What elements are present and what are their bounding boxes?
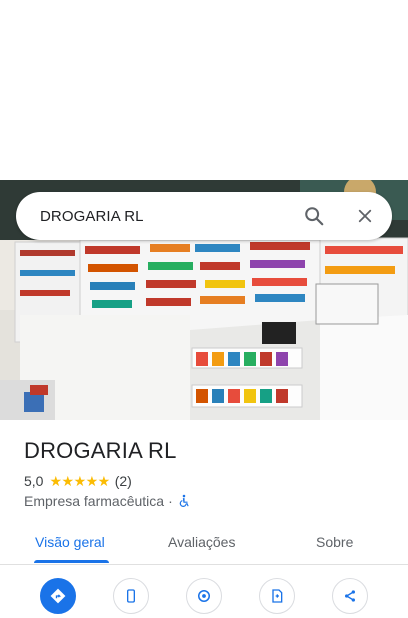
rating-row[interactable]: 5,0 ★★★★★ (2)	[24, 472, 132, 490]
category-row: Empresa farmacêutica ·	[24, 492, 191, 510]
share-icon	[345, 590, 355, 602]
star-rating: ★★★★★	[49, 473, 110, 489]
search-icon[interactable]	[302, 204, 326, 228]
share-button[interactable]	[332, 578, 368, 614]
save-icon	[272, 589, 283, 603]
active-tab-indicator	[34, 560, 109, 563]
wheelchair-icon[interactable]	[177, 494, 191, 508]
tab-about[interactable]: Sobre	[316, 520, 353, 564]
tab-overview[interactable]: Visão geral	[35, 520, 105, 564]
location-button[interactable]	[186, 578, 222, 614]
place-title: DROGARIA RL	[24, 438, 177, 463]
action-buttons	[0, 578, 408, 618]
close-icon[interactable]	[353, 204, 377, 228]
place-tabs: Visão geral Avaliações Sobre	[0, 520, 408, 565]
save-button[interactable]	[259, 578, 295, 614]
search-input[interactable]: DROGARIA RL	[40, 208, 302, 225]
reviews-count[interactable]: (2)	[115, 473, 132, 489]
location-icon	[198, 590, 210, 602]
directions-button[interactable]	[40, 578, 76, 614]
stars-icon: ★★★★★	[49, 473, 110, 489]
separator: ·	[168, 493, 173, 509]
search-bar[interactable]: DROGARIA RL	[16, 192, 392, 240]
phone-button[interactable]	[113, 578, 149, 614]
tab-reviews[interactable]: Avaliações	[168, 520, 235, 564]
phone-icon	[127, 589, 135, 603]
place-category[interactable]: Empresa farmacêutica	[24, 493, 164, 509]
rating-value: 5,0	[24, 473, 44, 489]
directions-icon	[50, 588, 66, 604]
